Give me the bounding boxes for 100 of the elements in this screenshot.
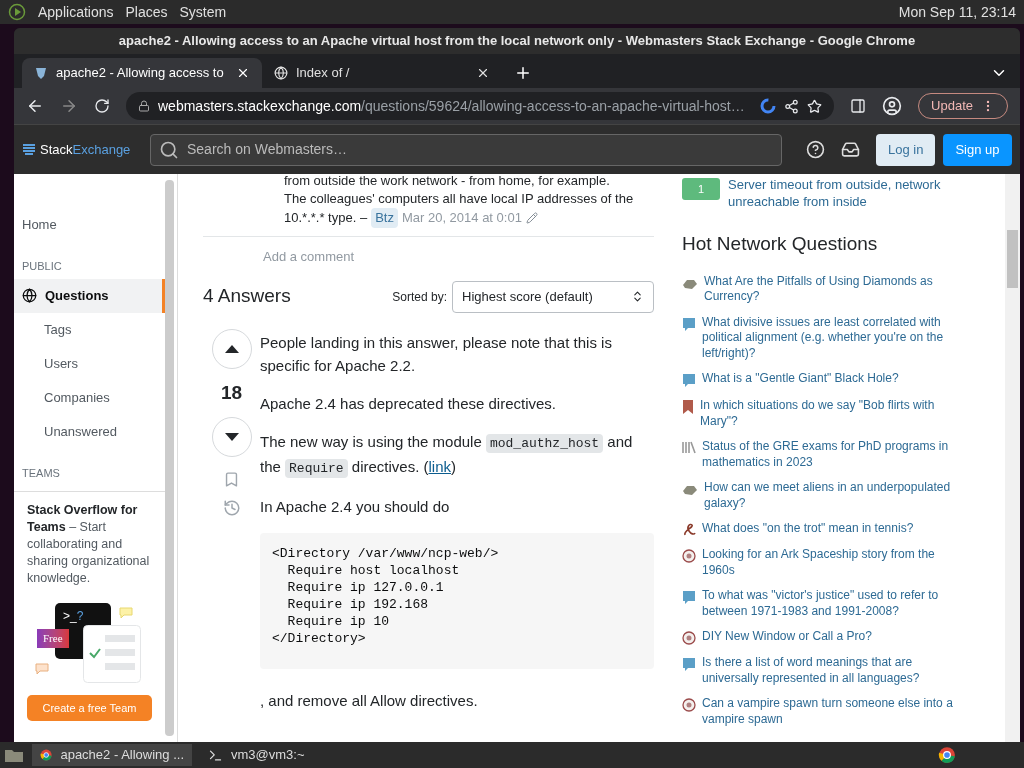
answers-heading: 4 Answers bbox=[203, 284, 291, 309]
globe-icon bbox=[22, 288, 37, 303]
window-title: apache2 - Allowing access to an Apache virtual host from the local network only - Webmasters Stack Exchange - Google Chrome bbox=[118, 32, 916, 51]
comment-text: 10.*.*.* type. – bbox=[284, 209, 368, 227]
folder-icon[interactable] bbox=[4, 747, 24, 763]
panel-menu[interactable]: Applications bbox=[38, 1, 114, 23]
inbox-icon[interactable] bbox=[841, 140, 860, 159]
tab-title: Index of / bbox=[296, 64, 351, 83]
site-logo-text[interactable]: StackExchange bbox=[40, 139, 131, 160]
sidebar-item[interactable]: Companies bbox=[14, 380, 165, 415]
speech-bubble-icon bbox=[682, 657, 696, 672]
sidebar-item[interactable]: Unanswered bbox=[14, 414, 165, 449]
comment-time: Mar 20, 2014 at 0:01 bbox=[401, 209, 522, 227]
chat-bubble-icon bbox=[35, 663, 49, 675]
reload-icon[interactable] bbox=[94, 98, 110, 114]
related-question-link[interactable]: Server timeout from outside, network unreachable from inside bbox=[728, 176, 958, 210]
comment-text: from outside the work network - from home, for example. bbox=[284, 174, 611, 190]
score-badge: 1 bbox=[682, 178, 720, 200]
back-icon[interactable] bbox=[26, 97, 44, 115]
close-icon[interactable] bbox=[236, 66, 250, 80]
sidebar-item[interactable]: Users bbox=[14, 346, 165, 381]
answer-paragraph: The new way is using the module mod_authz_host and the Require directives. (link) bbox=[260, 431, 634, 480]
address-bar[interactable]: webmasters.stackexchange.com/questions/59624/allowing-access-to-an-apache-virtual-host… bbox=[126, 92, 835, 120]
books-icon bbox=[682, 441, 696, 454]
panel-menu[interactable]: System bbox=[179, 1, 227, 23]
side-panel-icon[interactable] bbox=[850, 98, 867, 114]
answer-paragraph: People landing in this answer, please note that this is specific for Apache 2.2. bbox=[260, 332, 613, 376]
answer-paragraph: In Apache 2.4 you should do bbox=[260, 496, 451, 517]
sidebar-item[interactable]: Home bbox=[14, 208, 165, 242]
hot-question-link[interactable]: What divisive issues are least correlated with political alignment (e.g. whether you're on the left/right)? bbox=[702, 314, 957, 361]
edit-pencil-icon[interactable] bbox=[525, 212, 538, 224]
hot-question-link[interactable]: Status of the GRE exams for PhD programs in mathematics in 2023 bbox=[702, 439, 957, 470]
circle-emblem-icon bbox=[682, 698, 696, 712]
panel-clock: Mon Sep 11, 23:14 bbox=[898, 2, 1016, 22]
answer-paragraph: Apache 2.4 has deprecated these directives. bbox=[260, 393, 558, 414]
sidebar-heading: PUBLIC bbox=[21, 259, 63, 274]
rock-icon bbox=[682, 484, 698, 496]
chrome-icon bbox=[40, 747, 53, 763]
hot-question-link[interactable]: In which situations do we say "Bob flirts with Mary"? bbox=[700, 398, 955, 429]
chat-bubble-icon bbox=[119, 607, 133, 619]
up-triangle-icon bbox=[224, 344, 239, 353]
site-favicon bbox=[34, 66, 48, 80]
forward-icon[interactable] bbox=[60, 97, 78, 115]
globe-icon bbox=[274, 66, 288, 80]
profile-icon[interactable] bbox=[882, 96, 903, 116]
sidebar-scrollbar[interactable] bbox=[165, 180, 174, 736]
share-icon[interactable] bbox=[784, 98, 800, 114]
knot-icon bbox=[682, 523, 696, 537]
sidebar-item[interactable]: Questions bbox=[14, 278, 165, 313]
hot-question-link[interactable]: What is a "Gentle Giant" Black Hole? bbox=[702, 371, 957, 388]
speech-bubble-icon bbox=[682, 590, 696, 605]
browser-tab[interactable]: apache2 - Allowing access to bbox=[22, 58, 262, 88]
new-tab-icon[interactable] bbox=[514, 64, 532, 82]
hot-question-link[interactable]: How can we meet aliens in an underpopulated galaxy? bbox=[704, 480, 959, 511]
vote-count: 18 bbox=[220, 380, 243, 405]
sidebar-item[interactable]: Tags bbox=[14, 312, 165, 347]
hot-question-link[interactable]: What Are the Pitfalls of Using Diamonds as Currency? bbox=[704, 273, 959, 305]
hot-question-link[interactable]: DIY New Window or Call a Pro? bbox=[702, 629, 957, 645]
answer-link[interactable]: link bbox=[428, 457, 451, 475]
chrome-icon[interactable] bbox=[938, 746, 956, 764]
hot-question-link[interactable]: To what was "victor's justice" used to refer to between 1971-1983 and 1991-2008? bbox=[702, 588, 957, 619]
circle-emblem-icon bbox=[682, 631, 696, 645]
checklist-card-drawing bbox=[83, 625, 141, 683]
down-triangle-icon bbox=[224, 433, 239, 441]
hot-question-link[interactable]: Can a vampire spawn turn someone else into a vampire spawn bbox=[702, 696, 957, 727]
speech-bubble-icon bbox=[682, 316, 696, 332]
teams-promo-text: Stack Overflow for Teams – Start collaborating and sharing organizational knowledge. bbox=[27, 502, 151, 587]
distro-logo-icon bbox=[8, 3, 26, 21]
dropdown-arrows-icon bbox=[631, 290, 644, 303]
answer-paragraph: , and remove all Allow directives. bbox=[260, 690, 479, 711]
terminal-icon bbox=[208, 747, 223, 763]
help-icon[interactable] bbox=[806, 140, 825, 159]
free-badge: Free bbox=[37, 629, 69, 648]
stack-logo-icon bbox=[22, 142, 36, 157]
close-icon[interactable] bbox=[476, 66, 490, 80]
g-logo-icon[interactable] bbox=[760, 98, 777, 114]
taskbar-item[interactable]: apache2 - Allowing ... bbox=[32, 744, 192, 766]
circle-emblem-icon bbox=[682, 549, 696, 563]
lock-icon bbox=[138, 100, 150, 112]
search-field[interactable]: Search on Webmasters… bbox=[150, 133, 782, 166]
taskbar-item[interactable]: vm3@vm3:~ bbox=[200, 744, 360, 766]
page-scrollbar[interactable] bbox=[1005, 174, 1020, 742]
hot-question-link[interactable]: Looking for an Ark Spaceship story from the 1960s bbox=[702, 547, 957, 578]
sort-label: Sorted by: bbox=[392, 288, 447, 306]
login-button[interactable]: Log in bbox=[876, 133, 936, 166]
hot-question-link[interactable]: Is there a list of word meanings that are universally represented in all languages? bbox=[702, 655, 957, 686]
browser-tab[interactable]: Index of / bbox=[262, 58, 502, 88]
comment-user-link[interactable]: Btz bbox=[371, 208, 398, 228]
panel-menu[interactable]: Places bbox=[125, 1, 168, 23]
rock-icon bbox=[682, 277, 698, 290]
speech-bubble-icon bbox=[682, 373, 696, 388]
bookmark-icon bbox=[682, 400, 694, 414]
code-block: <Directory /var/www/ncp-web/> Require host localhost Require ip 127.0.0.1 Require ip 192.168 Require ip 10 </Directory> bbox=[260, 532, 654, 669]
search-icon bbox=[159, 139, 179, 160]
sidebar-heading: TEAMS bbox=[21, 465, 61, 481]
url-text: webmasters.stackexchange.com/questions/59624/allowing-access-to-an-apache-virtual-host… bbox=[158, 96, 745, 116]
comment-text: The colleagues' computers all have local IP addresses of the bbox=[284, 190, 635, 208]
sort-dropdown[interactable]: Highest score (default) bbox=[452, 280, 654, 313]
hot-question-link[interactable]: What does "on the trot" mean in tennis? bbox=[702, 521, 957, 537]
bookmark-star-icon[interactable] bbox=[807, 98, 823, 114]
